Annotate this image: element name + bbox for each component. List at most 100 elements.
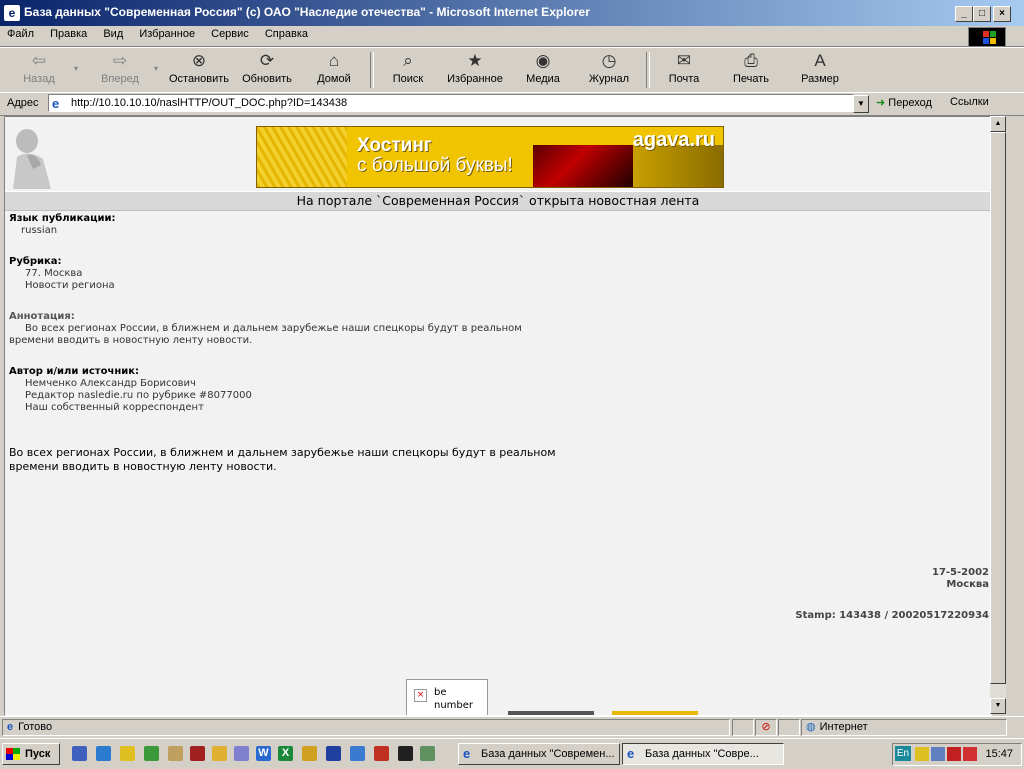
quicklaunch-word-icon[interactable]: W: [256, 746, 271, 761]
ie-task-icon: e: [627, 746, 635, 761]
quicklaunch-search-icon[interactable]: [350, 746, 365, 761]
media-button[interactable]: ◉ Медиа: [520, 50, 566, 85]
quicklaunch-folder-icon[interactable]: [120, 746, 135, 761]
ad-banner[interactable]: Хостинг с большой буквы! agava.ru: [256, 126, 724, 188]
address-input[interactable]: e http://10.10.10.10/naslHTTP/OUT_DOC.ph…: [48, 94, 854, 112]
article-body: времени вводить в новостную ленту новост…: [9, 460, 277, 473]
menu-bar: Файл Правка Вид Избранное Сервис Справка: [0, 26, 1024, 47]
status-text-pane: e Готово: [2, 719, 730, 736]
menu-edit[interactable]: Правка: [43, 26, 93, 40]
address-label: Адрес: [7, 97, 39, 109]
tray-app-icon[interactable]: [931, 747, 945, 761]
article-date: 17-5-2002: [931, 567, 989, 578]
scroll-up-icon[interactable]: ▲: [990, 116, 1006, 132]
address-url[interactable]: http://10.10.10.10/naslHTTP/OUT_DOC.php?…: [71, 97, 347, 109]
broken-image-alt: be: [434, 687, 447, 698]
quicklaunch-app-icon[interactable]: [326, 746, 341, 761]
language-indicator[interactable]: En: [895, 746, 911, 761]
favorites-button[interactable]: ★ Избранное: [442, 50, 508, 85]
annotation-label: Аннотация:: [9, 311, 75, 322]
menu-file[interactable]: Файл: [0, 26, 40, 40]
quicklaunch-excel-icon[interactable]: X: [278, 746, 293, 761]
quicklaunch-network-icon[interactable]: [144, 746, 159, 761]
go-arrow-icon: ➜: [876, 97, 886, 109]
search-button[interactable]: ⌕ Поиск: [386, 50, 430, 85]
quicklaunch-app-icon[interactable]: [420, 746, 435, 761]
stop-button[interactable]: ⊗ Остановить: [166, 50, 232, 85]
scroll-down-icon[interactable]: ▼: [990, 698, 1006, 714]
home-button[interactable]: ⌂ Домой: [310, 50, 358, 85]
author-value: Редактор nasledie.ru по рубрике #8077000: [25, 390, 252, 401]
system-tray: En 15:47: [892, 743, 1022, 766]
stop-icon: ⊗: [191, 51, 207, 70]
forward-dropdown-icon[interactable]: ▾: [154, 64, 158, 73]
quicklaunch-app-icon[interactable]: [234, 746, 249, 761]
scroll-thumb[interactable]: [990, 132, 1006, 684]
author-value: Наш собственный корреспондент: [25, 402, 204, 413]
back-button[interactable]: ⇦ Назад: [14, 50, 64, 85]
banner-brand: agava.ru: [632, 129, 715, 151]
rubric-label: Рубрика:: [9, 256, 62, 267]
title-bar: e База данных "Современная Россия" (c) О…: [0, 0, 1024, 26]
refresh-button[interactable]: ⟳ Обновить: [238, 50, 296, 85]
toolbar-separator: [370, 52, 374, 88]
maximize-button[interactable]: □: [973, 6, 991, 22]
refresh-icon: ⟳: [259, 51, 275, 70]
back-arrow-icon: ⇦: [31, 51, 47, 70]
forward-arrow-icon: ⇨: [112, 51, 128, 70]
task-ie-window-active[interactable]: e База данных "Совре...: [622, 743, 784, 765]
status-pane: [778, 719, 800, 736]
page-icon: e: [52, 96, 60, 111]
rubric-value: Новости региона: [25, 280, 115, 291]
security-zone-pane: ◍ Интернет: [801, 719, 1007, 736]
back-dropdown-icon[interactable]: ▾: [74, 64, 78, 73]
links-button[interactable]: Ссылки: [950, 96, 989, 108]
quicklaunch-ie-icon[interactable]: [96, 746, 111, 761]
annotation-text: Во всех регионах России, в ближнем и дал…: [25, 323, 522, 334]
blocked-icon: ⊘: [755, 719, 777, 736]
menu-help[interactable]: Справка: [258, 26, 314, 40]
partial-image: [612, 711, 698, 715]
quicklaunch-app-icon[interactable]: [190, 746, 205, 761]
toolbar: ⇦ Назад ▾ ⇨ Вперед ▾ ⊗ Остановить ⟳ Обно…: [0, 47, 1024, 93]
mail-button[interactable]: ✉ Почта: [660, 50, 708, 85]
broken-image-alt: number: [434, 700, 474, 711]
ie-task-icon: e: [463, 746, 471, 761]
clock[interactable]: 15:47: [985, 748, 1013, 760]
tray-app-icon[interactable]: [915, 747, 929, 761]
page-done-icon: e: [7, 721, 14, 733]
vertical-scrollbar[interactable]: ▲ ▼: [990, 116, 1006, 714]
tray-app-icon[interactable]: [963, 747, 977, 761]
status-pane: [732, 719, 754, 736]
forward-button[interactable]: ⇨ Вперед: [94, 50, 146, 85]
minimize-button[interactable]: _: [955, 6, 973, 22]
home-icon: ⌂: [328, 51, 340, 70]
start-button[interactable]: Пуск: [2, 743, 60, 765]
menu-view[interactable]: Вид: [96, 26, 129, 40]
partial-image: [508, 711, 594, 715]
quicklaunch-desktop-icon[interactable]: [72, 746, 87, 761]
quicklaunch-mail-icon[interactable]: [212, 746, 227, 761]
tray-app-icon[interactable]: [947, 747, 961, 761]
search-icon: ⌕: [403, 51, 413, 70]
print-button[interactable]: ⎙ Печать: [728, 50, 774, 85]
mail-icon: ✉: [676, 51, 692, 70]
printer-icon: ⎙: [744, 51, 758, 70]
media-icon: ◉: [535, 51, 551, 70]
quicklaunch-app-icon[interactable]: [374, 746, 389, 761]
quicklaunch-app-icon[interactable]: [302, 746, 317, 761]
ie-window-icon[interactable]: e: [4, 5, 20, 21]
go-button[interactable]: ➜ Переход: [876, 96, 932, 109]
text-size-button[interactable]: A Размер: [794, 50, 846, 85]
address-dropdown-icon[interactable]: ▼: [853, 95, 869, 113]
windows-flag-icon: [6, 748, 20, 760]
menu-favorites[interactable]: Избранное: [132, 26, 201, 40]
close-button[interactable]: ×: [993, 6, 1011, 22]
quicklaunch-notepad-icon[interactable]: [168, 746, 183, 761]
history-icon: ◷: [601, 51, 617, 70]
history-button[interactable]: ◷ Журнал: [584, 50, 634, 85]
quicklaunch-app-icon[interactable]: [398, 746, 413, 761]
menu-tools[interactable]: Сервис: [204, 26, 255, 40]
toolbar-separator: [646, 52, 650, 88]
task-ie-window[interactable]: e База данных "Современ...: [458, 743, 620, 765]
